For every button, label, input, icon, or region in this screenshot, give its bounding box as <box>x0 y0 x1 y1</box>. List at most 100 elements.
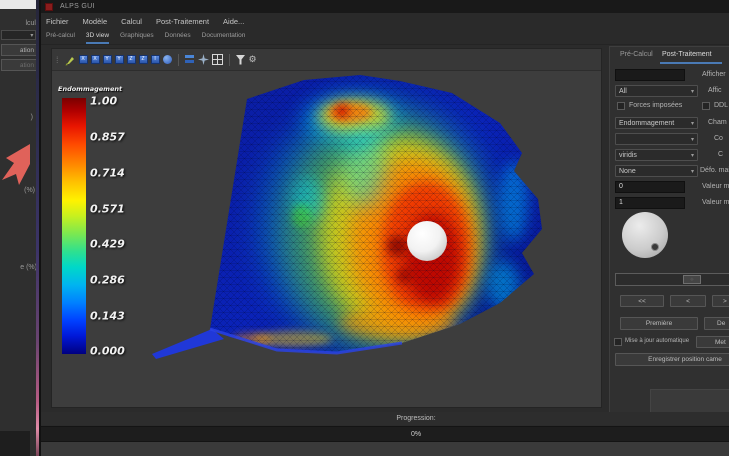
viewport-canvas[interactable]: Endommagement 1.00 0.857 0.714 0.571 0.4… <box>52 71 601 407</box>
colorbar-tick: 0.857 <box>90 131 125 144</box>
gear-icon[interactable]: ⚙ <box>249 55 257 64</box>
background-window-titlebar <box>0 0 38 9</box>
save-camera-button[interactable]: Enregistrer position came <box>615 353 729 366</box>
app-icon <box>45 3 53 11</box>
colorbar-tick: 0.714 <box>90 167 125 180</box>
derniere-button[interactable]: De <box>704 317 729 330</box>
progress-value: 0% <box>411 431 421 438</box>
colorbar-tick: 0.429 <box>90 238 125 251</box>
view-x-plus-button[interactable]: X <box>79 55 88 64</box>
forces-imposees-label: Forces imposées <box>629 102 682 109</box>
max-value-input[interactable]: 1 <box>615 197 685 209</box>
screen: lcul ▾ ation ation ) (%) e (%) ALPS GUI … <box>0 0 729 456</box>
bottom-strip <box>41 442 729 456</box>
tab-documentation[interactable]: Documentation <box>202 32 246 44</box>
panel-tab-underline <box>660 62 722 64</box>
menubar: Fichier Modèle Calcul Post-Traitement Ai… <box>41 13 729 29</box>
chevron-down-icon: ▾ <box>691 168 694 175</box>
background-dropdown[interactable]: ▾ <box>1 30 36 40</box>
defo-label: Défo. mai <box>700 167 729 174</box>
afficher-input[interactable] <box>615 69 685 81</box>
afficher2-label: Affic <box>708 87 722 94</box>
sphere-view-button[interactable] <box>163 55 172 64</box>
composante-dropdown[interactable]: ▾ <box>615 133 698 145</box>
viewer-panel: ⁞ X X Y Y Z Z I <box>51 48 602 408</box>
nav-prev-button[interactable]: < <box>670 295 706 307</box>
toolbar-separator <box>229 54 230 66</box>
composante-label: Co <box>714 135 723 142</box>
indenter-sphere <box>407 221 447 261</box>
panel-tab-post-traitement[interactable]: Post-Traitement <box>662 51 712 58</box>
chevron-down-icon: ▾ <box>691 136 694 143</box>
menu-modele[interactable]: Modèle <box>83 17 108 26</box>
view-y-plus-button[interactable]: Y <box>103 55 112 64</box>
post-processing-panel: Pré-Calcul Post-Traitement Afficher All … <box>609 46 729 420</box>
auto-update-label: Mise à jour automatique <box>625 338 689 344</box>
colorbar <box>62 98 86 354</box>
plate-tail <box>152 329 224 359</box>
tab-pre-calcul[interactable]: Pré-calcul <box>46 32 75 44</box>
progress-bar: 0% <box>41 426 729 442</box>
colormap-label: C <box>718 151 723 158</box>
rotation-knob[interactable] <box>622 212 668 258</box>
grid-icon[interactable] <box>212 54 223 65</box>
timestep-slider[interactable]: ⁘ <box>615 273 729 286</box>
background-label-1: ) <box>31 114 33 121</box>
forces-imposees-checkbox[interactable] <box>617 102 625 110</box>
nav-first-button[interactable]: << <box>620 295 664 307</box>
colorbar-tick: 0.571 <box>90 203 125 216</box>
background-button-2[interactable]: ation <box>1 59 37 71</box>
chevron-down-icon: ▾ <box>691 88 694 95</box>
knob-indicator-dot <box>651 243 659 251</box>
defo-dropdown[interactable]: None ▾ <box>615 165 698 177</box>
colorbar-tick: 0.286 <box>90 274 125 287</box>
progress-label: Progression: <box>396 415 435 422</box>
min-value-input[interactable]: 0 <box>615 181 685 193</box>
tab-donnees[interactable]: Données <box>165 32 191 44</box>
premiere-button[interactable]: Première <box>620 317 698 330</box>
menu-calcul[interactable]: Calcul <box>121 17 142 26</box>
ddl-checkbox[interactable] <box>702 102 710 110</box>
progress-label-row: Progression: <box>41 412 729 425</box>
tab-graphiques[interactable]: Graphiques <box>120 32 154 44</box>
colorbar-tick: 0.000 <box>90 345 125 358</box>
background-menu-fragment: lcul <box>25 20 36 27</box>
alps-gui-window: ALPS GUI Fichier Modèle Calcul Post-Trai… <box>41 0 729 456</box>
chevron-down-icon: ▾ <box>30 32 35 39</box>
background-button-1[interactable]: ation <box>1 44 37 56</box>
background-bottom-box <box>0 431 30 456</box>
viewer-toolbar: ⁞ X X Y Y Z Z I <box>52 49 601 71</box>
panel-tab-pre-calcul[interactable]: Pré-Calcul <box>620 51 653 58</box>
menu-fichier[interactable]: Fichier <box>46 17 69 26</box>
max-value-label: Valeur ma <box>702 199 729 206</box>
main-tabbar: Pré-calcul 3D view Graphiques Données Do… <box>41 29 729 45</box>
view-x-minus-button[interactable]: X <box>91 55 100 64</box>
auto-update-checkbox[interactable] <box>614 338 622 346</box>
background-label-3: e (%) <box>20 264 37 271</box>
tab-3d-view[interactable]: 3D view <box>86 32 109 44</box>
champ-dropdown[interactable]: Endommagement ▾ <box>615 117 698 129</box>
slider-handle[interactable]: ⁘ <box>683 275 701 284</box>
nav-next-button[interactable]: > <box>712 295 729 307</box>
titlebar: ALPS GUI <box>41 0 729 13</box>
star-icon[interactable] <box>198 54 209 65</box>
ddl-label: DDL b <box>714 102 729 109</box>
view-z-plus-button[interactable]: Z <box>127 55 136 64</box>
view-iso-button[interactable]: I <box>151 55 160 64</box>
red-arrow-icon <box>0 142 32 188</box>
view-z-minus-button[interactable]: Z <box>139 55 148 64</box>
min-value-label: Valeur mi <box>702 183 729 190</box>
brush-icon[interactable] <box>64 54 76 66</box>
group-dropdown[interactable]: All ▾ <box>615 85 698 97</box>
filter-icon[interactable] <box>236 55 246 65</box>
update-button[interactable]: Met <box>696 336 729 348</box>
toolbar-separator <box>178 54 179 66</box>
menu-post-traitement[interactable]: Post-Traitement <box>156 17 209 26</box>
menu-aide[interactable]: Aide... <box>223 17 244 26</box>
damage-mesh-scene <box>52 71 601 407</box>
window-title: ALPS GUI <box>60 3 95 10</box>
toolbar-drag-handle[interactable]: ⁞ <box>56 55 59 65</box>
layers-icon[interactable] <box>185 55 195 64</box>
view-y-minus-button[interactable]: Y <box>115 55 124 64</box>
colormap-dropdown[interactable]: viridis ▾ <box>615 149 698 161</box>
